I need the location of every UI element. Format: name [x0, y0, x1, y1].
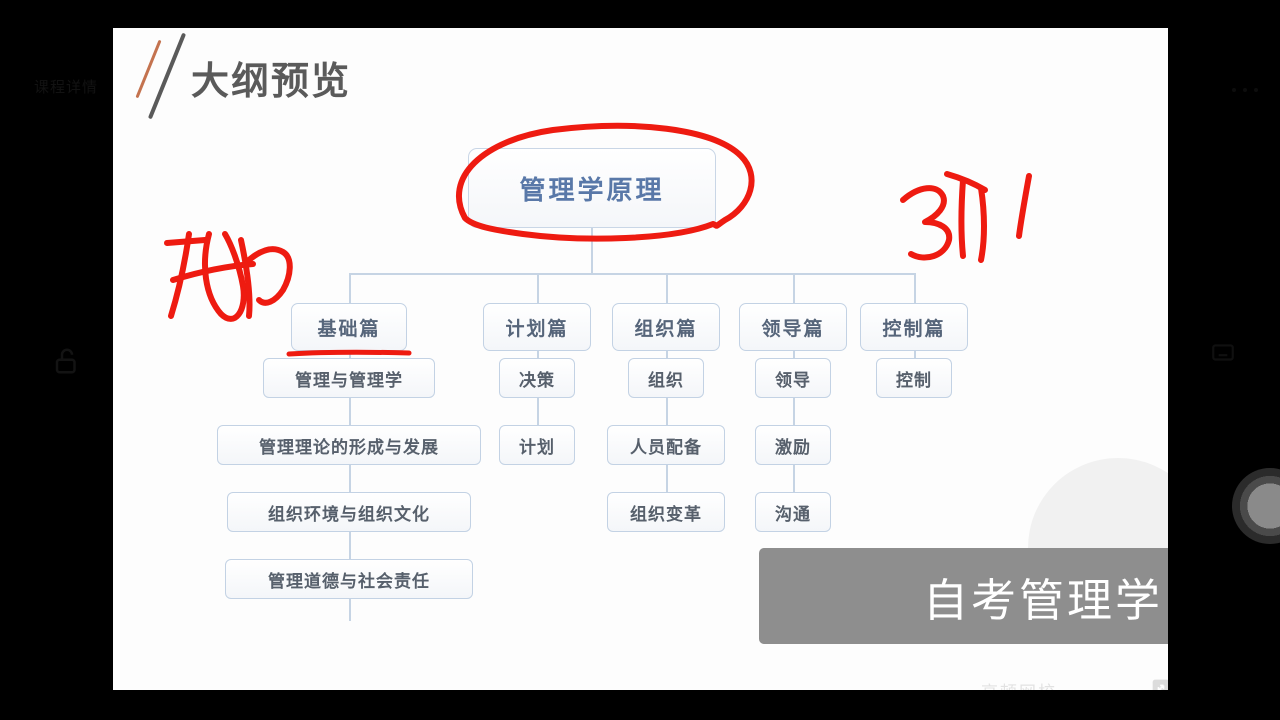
page-title: 大纲预览: [191, 59, 352, 103]
mindmap-leaf-label: 领导: [775, 370, 811, 391]
dot: [1232, 88, 1236, 92]
mindmap-leaf-node[interactable]: 领导: [755, 358, 831, 398]
mindmap-leaf-label: 决策: [519, 370, 555, 391]
connector-drop-3: [666, 273, 668, 303]
mindmap-leaf-label: 沟通: [775, 504, 811, 525]
video-player-stage: 课程详情 大纲预览 管理学原理 基础篇 计划篇 组织篇 领导篇 控制篇 管理与管…: [0, 0, 1280, 720]
mindmap-leaf-label: 组织变革: [630, 504, 702, 525]
slash-mark-gray-icon: [147, 32, 187, 120]
course-title-text: 自考管理学: [922, 573, 1163, 627]
player-top-label: 课程详情: [34, 79, 99, 96]
mindmap-branch-label: 组织篇: [634, 317, 698, 340]
mindmap-leaf-node[interactable]: 激励: [755, 425, 831, 465]
mindmap-branch-label: 计划篇: [505, 317, 569, 340]
mindmap-leaf-label: 管理与管理学: [295, 370, 403, 391]
mindmap-leaf-node[interactable]: 组织变革: [607, 492, 725, 532]
connector-drop-4: [793, 273, 795, 303]
mindmap-leaf-node[interactable]: 决策: [499, 358, 575, 398]
red-handwriting-right: [900, 171, 1032, 263]
slash-mark-orange-icon: [135, 39, 162, 99]
red-handwriting-left: [164, 231, 293, 322]
connector-distribution-bar: [349, 273, 914, 275]
mindmap-branch-node-1[interactable]: 基础篇: [291, 303, 407, 351]
mindmap-leaf-node[interactable]: 管理与管理学: [263, 358, 435, 398]
mindmap-leaf-label: 管理理论的形成与发展: [259, 437, 439, 458]
more-options-icon[interactable]: [1232, 88, 1258, 92]
cast-icon[interactable]: [1208, 340, 1238, 366]
mindmap-leaf-node[interactable]: 计划: [499, 425, 575, 465]
mindmap-leaf-node[interactable]: 人员配备: [607, 425, 725, 465]
mindmap-leaf-label: 激励: [775, 437, 811, 458]
course-title-banner: 自考管理学: [759, 548, 1168, 644]
mindmap-leaf-label: 管理道德与社会责任: [268, 571, 430, 592]
volume-knob[interactable]: [1232, 468, 1280, 544]
mindmap-leaf-node[interactable]: 组织: [628, 358, 704, 398]
mindmap-root-node[interactable]: 管理学原理: [468, 148, 716, 228]
mindmap-leaf-node[interactable]: 组织环境与组织文化: [227, 492, 471, 532]
connector-drop-1: [349, 273, 351, 303]
mindmap-branch-label: 控制篇: [882, 317, 946, 340]
slide-content: 大纲预览 管理学原理 基础篇 计划篇 组织篇 领导篇 控制篇 管理与管理学 管理…: [113, 28, 1168, 690]
dot: [1243, 88, 1247, 92]
mindmap-branch-node-2[interactable]: 计划篇: [483, 303, 591, 351]
mindmap-leaf-node[interactable]: 沟通: [755, 492, 831, 532]
mindmap-leaf-label: 组织环境与组织文化: [268, 504, 430, 525]
mindmap-leaf-label: 计划: [519, 437, 555, 458]
mindmap-branch-label: 领导篇: [761, 317, 825, 340]
mindmap-root-label: 管理学原理: [519, 175, 665, 206]
mindmap-branch-node-4[interactable]: 领导篇: [739, 303, 847, 351]
connector-drop-2: [537, 273, 539, 303]
mindmap-leaf-label: 人员配备: [630, 437, 702, 458]
connector-drop-5: [914, 273, 916, 303]
mindmap-branch-node-3[interactable]: 组织篇: [612, 303, 720, 351]
fullscreen-expand-icon[interactable]: [1151, 678, 1168, 690]
mindmap-branch-label: 基础篇: [317, 317, 381, 340]
watermark-text: 高顿网校: [981, 678, 1057, 690]
mindmap-leaf-node[interactable]: 管理理论的形成与发展: [217, 425, 481, 465]
dot: [1254, 88, 1258, 92]
mindmap-leaf-node[interactable]: 管理道德与社会责任: [225, 559, 473, 599]
mindmap-leaf-label: 控制: [896, 370, 932, 391]
mindmap-branch-node-5[interactable]: 控制篇: [860, 303, 968, 351]
unlock-icon[interactable]: [52, 346, 82, 376]
connector-root-stem: [591, 228, 593, 274]
mindmap-leaf-node[interactable]: 控制: [876, 358, 952, 398]
mindmap-leaf-label: 组织: [648, 370, 684, 391]
